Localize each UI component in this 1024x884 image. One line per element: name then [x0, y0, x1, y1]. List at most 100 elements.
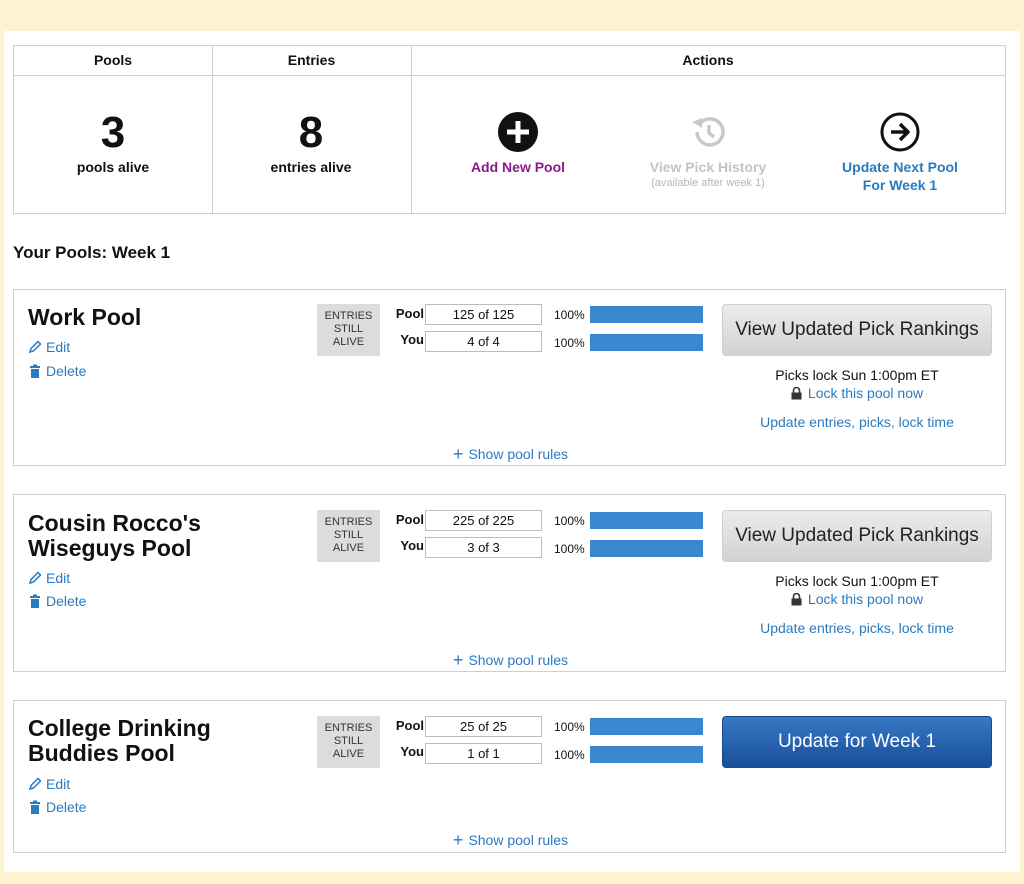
pool-percent: 100%	[554, 308, 585, 322]
you-progress-fill	[590, 540, 703, 557]
update-next-line1: Update Next Pool	[842, 159, 958, 175]
trash-icon	[30, 364, 40, 378]
edit-link[interactable]: Edit	[28, 776, 70, 792]
delete-label: Delete	[46, 799, 87, 815]
entries-alive-count: 8	[298, 108, 324, 157]
you-row-label: You	[400, 332, 424, 347]
show-pool-rules-label: Show pool rules	[468, 446, 569, 462]
pool-card: Work Pool Edit Delete ENTRIES STILL ALIV…	[13, 289, 1006, 466]
entries-still-alive-badge: ENTRIES STILL ALIVE	[317, 304, 380, 356]
arrow-right-circle-icon	[880, 112, 920, 152]
summary-panel: Pools Entries Actions 3 pools alive 8 en…	[13, 45, 1006, 214]
show-pool-rules-label: Show pool rules	[468, 652, 569, 668]
lock-pool-label: Lock this pool now	[807, 591, 924, 607]
entries-still-alive-badge: ENTRIES STILL ALIVE	[317, 716, 380, 768]
pool-percent: 100%	[554, 514, 585, 528]
pool-name-line1: College Drinking	[28, 715, 211, 741]
badge-line: STILL	[333, 735, 364, 747]
badge-line: STILL	[333, 529, 364, 541]
pool-progress-bar	[590, 306, 703, 323]
lock-icon	[791, 592, 802, 605]
pool-progress-fill	[590, 718, 703, 735]
lock-pool-label: Lock this pool now	[807, 385, 924, 401]
you-progress-bar	[590, 334, 703, 351]
picks-lock-time: Picks lock Sun 1:00pm ET	[775, 367, 939, 383]
pool-row-label: Pool	[395, 512, 424, 527]
trash-icon	[30, 800, 40, 814]
pool-entries-count: 225 of 225	[425, 510, 542, 531]
add-pool-label: Add New Pool	[470, 159, 566, 175]
plus-icon: +	[452, 830, 464, 850]
entries-alive-label: entries alive	[270, 159, 352, 175]
you-percent: 100%	[554, 542, 585, 556]
pool-name: Work Pool	[28, 305, 288, 330]
update-next-pool-label: Update Next Pool For Week 1	[810, 158, 990, 194]
entries-still-alive-badge: ENTRIES STILL ALIVE	[317, 510, 380, 562]
actions-header: Actions	[411, 46, 1005, 76]
history-icon	[692, 117, 725, 147]
pool-name-line2: Wiseguys Pool	[28, 535, 192, 561]
pencil-icon	[28, 777, 42, 791]
pool-entries-count: 125 of 125	[425, 304, 542, 325]
plus-icon: +	[452, 650, 464, 670]
edit-label: Edit	[46, 776, 71, 792]
badge-line: ENTRIES	[324, 722, 373, 734]
update-next-line2: For Week 1	[862, 177, 938, 193]
pool-name: College Drinking Buddies Pool	[28, 716, 288, 766]
trash-icon	[30, 594, 40, 608]
lock-pool-link[interactable]: Lock this pool now	[722, 591, 992, 607]
you-row-label: You	[400, 744, 424, 759]
badge-line: ALIVE	[332, 336, 365, 348]
show-pool-rules-link[interactable]: + Show pool rules	[14, 444, 1007, 464]
lock-pool-link[interactable]: Lock this pool now	[722, 385, 992, 401]
you-row-label: You	[400, 538, 424, 553]
you-progress-fill	[590, 334, 703, 351]
pools-alive-count: 3	[100, 108, 126, 157]
you-progress-bar	[590, 540, 703, 557]
show-pool-rules-link[interactable]: + Show pool rules	[14, 830, 1007, 850]
badge-line: ALIVE	[332, 542, 365, 554]
delete-link[interactable]: Delete	[28, 799, 86, 815]
plus-icon: +	[452, 444, 464, 464]
pool-progress-fill	[590, 512, 703, 529]
view-pick-rankings-button[interactable]: View Updated Pick Rankings	[722, 510, 992, 562]
badge-line: ENTRIES	[324, 310, 373, 322]
entries-header: Entries	[212, 46, 411, 76]
update-for-week-button[interactable]: Update for Week 1	[722, 716, 992, 768]
badge-line: STILL	[333, 323, 364, 335]
pools-alive-label: pools alive	[76, 159, 150, 175]
show-pool-rules-label: Show pool rules	[468, 832, 569, 848]
pool-name-line1: Work Pool	[28, 304, 142, 330]
update-next-pool-action[interactable]: Update Next Pool For Week 1	[810, 112, 990, 194]
update-entries-link[interactable]: Update entries, picks, lock time	[722, 620, 992, 636]
show-pool-rules-link[interactable]: + Show pool rules	[14, 650, 1007, 670]
badge-line: ALIVE	[332, 748, 365, 760]
add-pool-action[interactable]: Add New Pool	[428, 112, 608, 176]
delete-link[interactable]: Delete	[28, 593, 86, 609]
pool-percent: 100%	[554, 720, 585, 734]
column-divider	[411, 46, 412, 213]
pools-header: Pools	[14, 46, 212, 76]
update-entries-link[interactable]: Update entries, picks, lock time	[722, 414, 992, 430]
view-history-note: (available after week 1)	[651, 177, 765, 189]
you-progress-fill	[590, 746, 703, 763]
you-entries-count: 3 of 3	[425, 537, 542, 558]
badge-line: ENTRIES	[324, 516, 373, 528]
you-percent: 100%	[554, 336, 585, 350]
pool-row-label: Pool	[395, 718, 424, 733]
pool-row-label: Pool	[395, 306, 424, 321]
edit-link[interactable]: Edit	[28, 570, 70, 586]
lock-icon	[791, 386, 802, 399]
you-entries-count: 1 of 1	[425, 743, 542, 764]
view-pick-rankings-button[interactable]: View Updated Pick Rankings	[722, 304, 992, 356]
you-entries-count: 4 of 4	[425, 331, 542, 352]
view-history-action: View Pick History (available after week …	[618, 112, 798, 190]
delete-link[interactable]: Delete	[28, 363, 86, 379]
pool-progress-fill	[590, 306, 703, 323]
you-percent: 100%	[554, 748, 585, 762]
plus-circle-icon	[498, 112, 538, 152]
view-history-label: View Pick History	[649, 159, 767, 175]
pencil-icon	[28, 571, 42, 585]
edit-label: Edit	[46, 339, 71, 355]
edit-link[interactable]: Edit	[28, 339, 70, 355]
